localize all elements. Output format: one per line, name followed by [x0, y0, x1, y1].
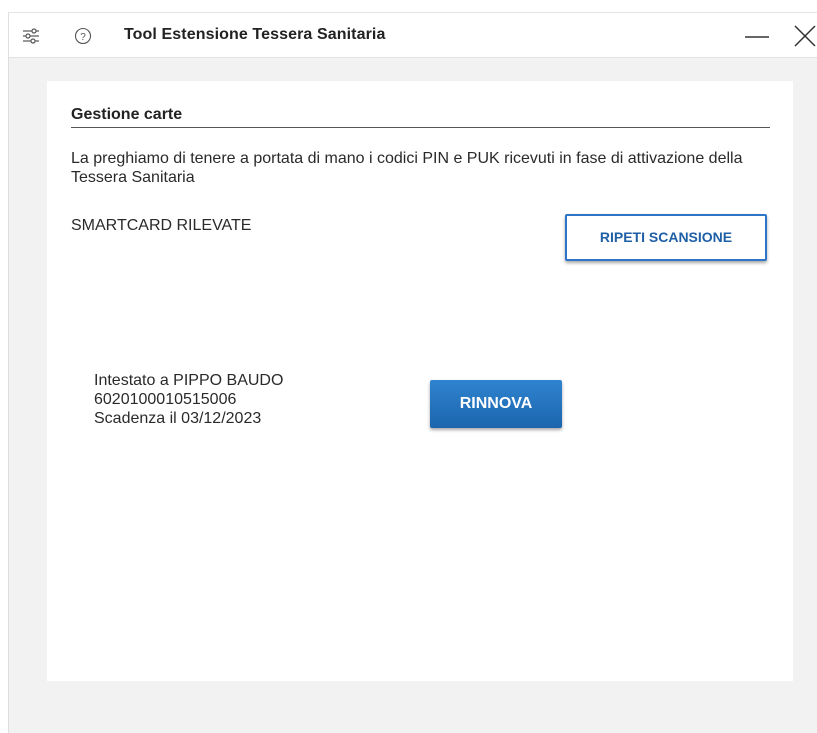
- smartcards-detected-label: SMARTCARD RILEVATE: [71, 217, 252, 234]
- svg-text:?: ?: [80, 32, 86, 43]
- section-title: Gestione carte: [71, 106, 183, 123]
- window-title: Tool Estensione Tessera Sanitaria: [124, 26, 386, 43]
- help-circle-icon[interactable]: ?: [73, 26, 93, 46]
- intro-text: La preghiamo di tenere a portata di mano…: [71, 150, 743, 186]
- card-management-panel: Gestione carte La preghiamo di tenere a …: [47, 81, 793, 681]
- card-expiry: Scadenza il 03/12/2023: [94, 410, 262, 427]
- renew-button[interactable]: RINNOVA: [430, 380, 562, 428]
- minimize-icon[interactable]: [743, 23, 771, 49]
- app-window: ? Tool Estensione Tessera Sanitaria Gest…: [8, 12, 817, 733]
- rescan-button[interactable]: RIPETI SCANSIONE: [565, 214, 767, 261]
- section-divider: [71, 127, 770, 128]
- card-entry: Intestato a PIPPO BAUDO 6020100010515006…: [94, 371, 283, 428]
- settings-sliders-icon[interactable]: [21, 26, 41, 46]
- title-bar: ? Tool Estensione Tessera Sanitaria: [9, 13, 817, 58]
- card-number: 6020100010515006: [94, 391, 237, 408]
- card-holder: Intestato a PIPPO BAUDO: [94, 372, 284, 389]
- close-icon[interactable]: [791, 23, 817, 49]
